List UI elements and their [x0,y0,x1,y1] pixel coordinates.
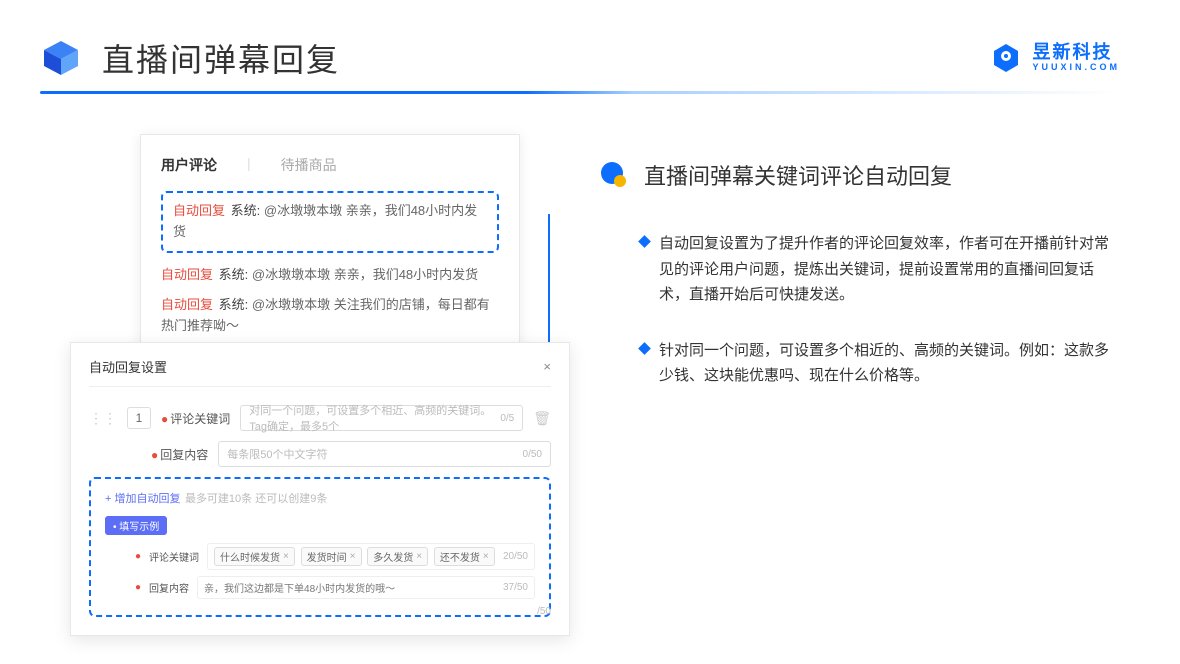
header-left: 直播间弹幕回复 [40,35,340,81]
bubble-icon [600,161,628,189]
tag-chip: 多久发货× [367,547,428,566]
tag-chip: 还不发货× [434,547,495,566]
drag-handle-icon[interactable]: ⋮⋮ [89,410,117,427]
outer-counter: /50 [537,606,551,617]
bullet-item: 自动回复设置为了提升作者的评论回复效率，作者可在开播前针对常见的评论用户问题，提… [600,231,1120,308]
brand-logo-icon [990,42,1022,74]
example-content-label: 回复内容 [149,580,189,595]
brand-name: 昱新科技 [1032,43,1120,63]
example-keyword-input: 什么时候发货× 发货时间× 多久发货× 还不发货× 20/50 [207,543,535,570]
example-keyword-label: 评论关键词 [149,549,199,564]
tag-chip: 什么时候发货× [214,547,295,566]
example-content-input: 亲，我们这边都是下单48小时内发货的哦～ 37/50 [197,576,535,599]
screenshots-column: 用户评论 | 待播商品 自动回复 系统: @冰墩墩本墩 亲亲，我们48小时内发货… [40,134,560,419]
page-title: 直播间弹幕回复 [102,35,340,81]
comment-row: 自动回复 系统: @冰墩墩本墩 关注我们的店铺，每日都有热门推荐呦～ [161,295,499,337]
section-title: 直播间弹幕关键词评论自动回复 [644,159,952,191]
index-number: 1 [127,407,151,429]
system-label: 系统: [231,203,261,218]
example-badge: • 填写示例 [105,516,167,535]
brand-block: 昱新科技 YUUXIN.COM [990,42,1120,74]
tab-products[interactable]: 待播商品 [281,155,337,175]
keyword-input[interactable]: 对同一个问题，可设置多个相近、高频的关键词。Tag确定，最多5个 0/5 [240,405,523,431]
content-label: 回复内容 [160,448,208,462]
comment-row: 自动回复 系统: @冰墩墩本墩 亲亲，我们48小时内发货 [161,265,499,286]
comments-panel: 用户评论 | 待播商品 自动回复 系统: @冰墩墩本墩 亲亲，我们48小时内发货… [140,134,520,362]
delete-icon[interactable]: 🗑 [533,410,551,427]
tag-chip: 发货时间× [301,547,362,566]
keyword-label: 评论关键词 [170,412,230,426]
cube-icon [40,37,82,79]
page-header: 直播间弹幕回复 昱新科技 YUUXIN.COM [0,0,1180,81]
diamond-icon [638,342,651,355]
dialog-title: 自动回复设置 [89,357,167,376]
diamond-icon [638,235,651,248]
add-hint: 最多可建10条 还可以创建9条 [185,493,327,505]
content-counter: 0/50 [523,449,542,460]
tab-separator: | [247,155,251,175]
auto-reply-tag: 自动回复 [173,203,225,218]
brand-url: YUUXIN.COM [1032,63,1120,73]
example-section: + 增加自动回复 最多可建10条 还可以创建9条 • 填写示例 ● 评论关键词 … [89,477,551,617]
content-input[interactable]: 每条限50个中文字符 0/50 [218,441,551,467]
description-column: 直播间弹幕关键词评论自动回复 自动回复设置为了提升作者的评论回复效率，作者可在开… [600,134,1120,419]
keyword-counter: 0/5 [500,413,514,424]
close-icon[interactable]: × [543,359,551,374]
highlighted-comment: 自动回复 系统: @冰墩墩本墩 亲亲，我们48小时内发货 [161,191,499,253]
auto-reply-dialog: 自动回复设置 × ⋮⋮ 1 ●评论关键词 对同一个问题，可设置多个相近、高频的关… [70,342,570,636]
tab-comments[interactable]: 用户评论 [161,155,217,175]
add-reply-link[interactable]: + 增加自动回复 [105,490,180,506]
bullet-item: 针对同一个问题，可设置多个相近的、高频的关键词。例如：这款多少钱、这块能优惠吗、… [600,338,1120,389]
